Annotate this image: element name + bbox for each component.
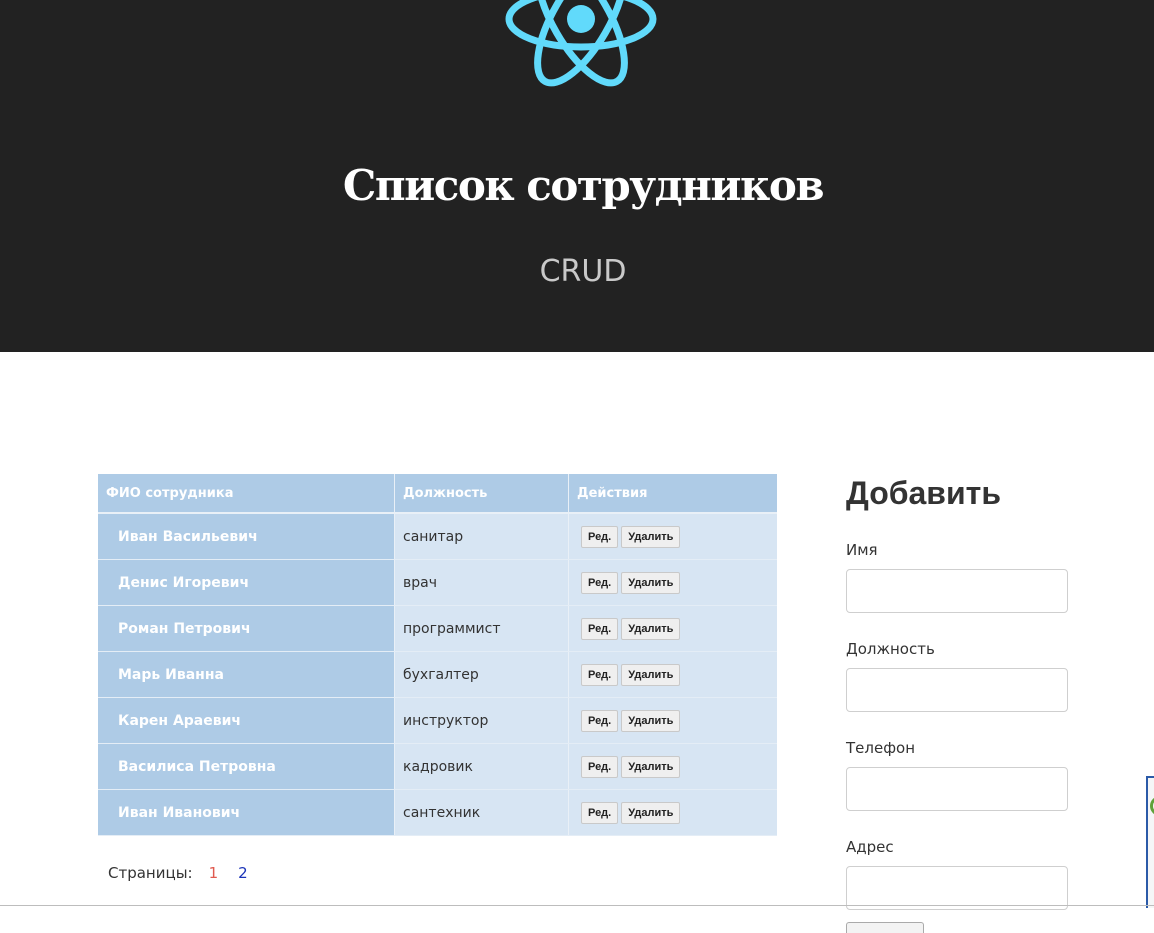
- edit-button[interactable]: Ред.: [581, 709, 619, 732]
- employee-name: Иван Иванович: [98, 789, 395, 836]
- page-title: Список сотрудников: [342, 161, 825, 210]
- page-link-1[interactable]: 1: [209, 864, 219, 882]
- delete-button[interactable]: Удалить: [621, 801, 681, 824]
- page-link-2[interactable]: 2: [238, 864, 248, 882]
- column-header-name: ФИО сотрудника: [98, 474, 395, 514]
- viewport-bottom-border: [0, 905, 1154, 906]
- pagination: Страницы: 1 2: [108, 862, 248, 884]
- delete-button[interactable]: Удалить: [621, 617, 681, 640]
- delete-button[interactable]: Удалить: [621, 663, 681, 686]
- employee-name: Роман Петрович: [98, 605, 395, 652]
- row-actions: Ред. Удалить: [568, 743, 777, 790]
- edit-button[interactable]: Ред.: [581, 525, 619, 548]
- employee-name: Василиса Петровна: [98, 743, 395, 790]
- employee-name: Денис Игоревич: [98, 559, 395, 606]
- submit-button[interactable]: [846, 922, 924, 933]
- app-circle-icon: [1150, 796, 1154, 816]
- row-actions: Ред. Удалить: [568, 697, 777, 744]
- form-title: Добавить: [846, 475, 1001, 511]
- phone-label: Телефон: [846, 739, 916, 757]
- delete-button[interactable]: Удалить: [621, 571, 681, 594]
- table-row: Иван Иванович сантехник Ред. Удалить: [98, 789, 777, 836]
- address-label: Адрес: [846, 838, 894, 856]
- employee-position: врач: [394, 559, 569, 606]
- table-row: Марь Иванна бухгалтер Ред. Удалить: [98, 651, 777, 698]
- row-actions: Ред. Удалить: [568, 651, 777, 698]
- employee-position: санитар: [394, 513, 569, 560]
- employee-position: программист: [394, 605, 569, 652]
- edit-button[interactable]: Ред.: [581, 617, 619, 640]
- app-header: Список сотрудников CRUD: [0, 0, 1154, 352]
- edit-button[interactable]: Ред.: [581, 663, 619, 686]
- delete-button[interactable]: Удалить: [621, 755, 681, 778]
- employee-position: сантехник: [394, 789, 569, 836]
- employee-position: бухгалтер: [394, 651, 569, 698]
- delete-button[interactable]: Удалить: [621, 709, 681, 732]
- employee-name: Марь Иванна: [98, 651, 395, 698]
- phone-input[interactable]: [846, 767, 1068, 811]
- overlapping-window-edge[interactable]: [1146, 776, 1154, 908]
- employee-position: кадровик: [394, 743, 569, 790]
- employees-table: ФИО сотрудника Должность Действия Иван В…: [98, 474, 777, 836]
- table-row: Иван Васильевич санитар Ред. Удалить: [98, 513, 777, 560]
- delete-button[interactable]: Удалить: [621, 525, 681, 548]
- position-label: Должность: [846, 640, 935, 658]
- row-actions: Ред. Удалить: [568, 605, 777, 652]
- row-actions: Ред. Удалить: [568, 559, 777, 606]
- react-atom-icon: [505, 0, 657, 87]
- employee-position: инструктор: [394, 697, 569, 744]
- name-input[interactable]: [846, 569, 1068, 613]
- add-employee-form: Добавить Имя Должность Телефон Адрес: [846, 472, 1068, 933]
- edit-button[interactable]: Ред.: [581, 571, 619, 594]
- row-actions: Ред. Удалить: [568, 513, 777, 560]
- table-row: Денис Игоревич врач Ред. Удалить: [98, 559, 777, 606]
- name-label: Имя: [846, 541, 878, 559]
- employee-name: Карен Араевич: [98, 697, 395, 744]
- page-subtitle: CRUD: [539, 254, 627, 289]
- address-input[interactable]: [846, 866, 1068, 910]
- column-header-position: Должность: [394, 474, 569, 514]
- table-row: Роман Петрович программист Ред. Удалить: [98, 605, 777, 652]
- edit-button[interactable]: Ред.: [581, 755, 619, 778]
- pagination-label: Страницы:: [108, 864, 193, 882]
- column-header-actions: Действия: [568, 474, 777, 514]
- table-header-row: ФИО сотрудника Должность Действия: [98, 474, 777, 514]
- position-input[interactable]: [846, 668, 1068, 712]
- row-actions: Ред. Удалить: [568, 789, 777, 836]
- employee-name: Иван Васильевич: [98, 513, 395, 560]
- table-row: Карен Араевич инструктор Ред. Удалить: [98, 697, 777, 744]
- edit-button[interactable]: Ред.: [581, 801, 619, 824]
- table-row: Василиса Петровна кадровик Ред. Удалить: [98, 743, 777, 790]
